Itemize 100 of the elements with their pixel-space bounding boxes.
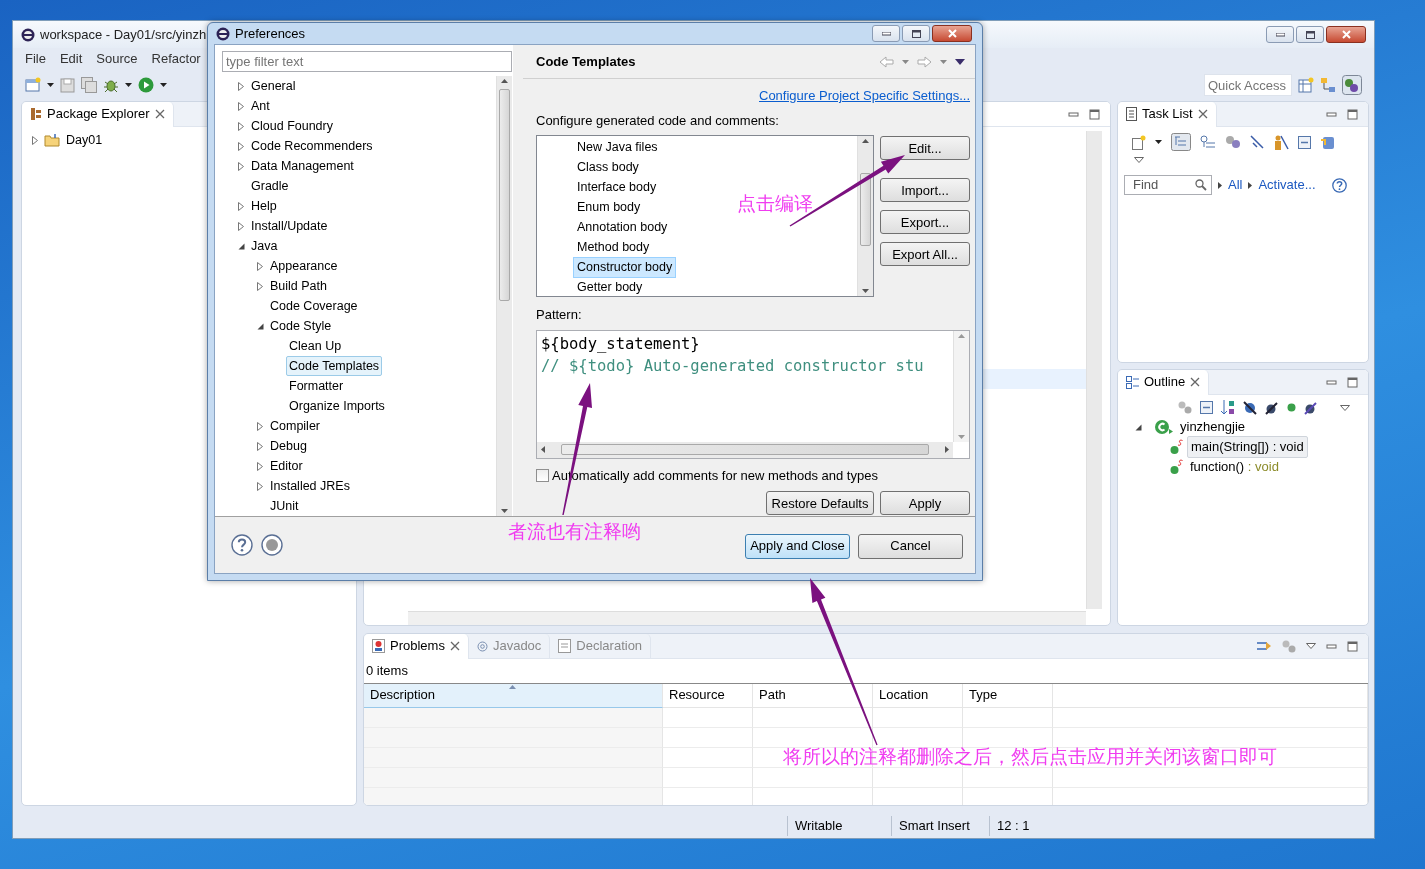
- tree-item[interactable]: Formatter: [289, 376, 344, 396]
- collapse-all-icon[interactable]: [1200, 401, 1213, 414]
- tree-item[interactable]: Java: [251, 236, 278, 256]
- new-task-icon[interactable]: [1132, 134, 1146, 150]
- view-menu-icon[interactable]: [1306, 643, 1316, 649]
- scrollbar[interactable]: [1086, 131, 1102, 609]
- hide-static-icon[interactable]: [1265, 400, 1279, 415]
- method-dot-icon[interactable]: [1287, 403, 1296, 412]
- filter-link[interactable]: All: [1228, 175, 1243, 195]
- close-icon[interactable]: [154, 109, 165, 119]
- tree-item[interactable]: Code Templates: [286, 355, 383, 377]
- categorized-view-icon[interactable]: [1171, 133, 1191, 151]
- tree-item[interactable]: Organize Imports: [289, 396, 385, 416]
- column-header[interactable]: Description: [364, 683, 663, 708]
- filter-people-icon[interactable]: [1273, 134, 1289, 150]
- expand-arrow-icon[interactable]: [238, 221, 244, 231]
- run-icon[interactable]: [138, 77, 154, 93]
- maximize-icon[interactable]: [1347, 376, 1358, 388]
- filter-link[interactable]: Activate...: [1258, 175, 1316, 195]
- close-icon[interactable]: [1197, 109, 1208, 119]
- settings-link[interactable]: Configure Project Specific Settings...: [759, 88, 970, 103]
- maximize-icon[interactable]: [1347, 640, 1358, 652]
- tree-item[interactable]: Debug: [270, 436, 307, 456]
- collapse-arrow-icon[interactable]: [238, 242, 245, 250]
- caret-icon[interactable]: [125, 83, 132, 87]
- view-menu-icon[interactable]: [1134, 157, 1144, 163]
- list-item[interactable]: Method body: [577, 237, 650, 257]
- tree-item[interactable]: Appearance: [270, 256, 338, 276]
- view-menu-icon[interactable]: [1340, 404, 1350, 411]
- dialog-button[interactable]: Apply and Close: [745, 533, 850, 559]
- menu-item[interactable]: Source: [96, 48, 138, 69]
- expand-arrow-icon[interactable]: [257, 441, 263, 451]
- tree-item[interactable]: Code Coverage: [270, 296, 358, 316]
- view-tab[interactable]: Outline: [1118, 370, 1210, 395]
- expand-arrow-icon[interactable]: [32, 135, 38, 145]
- expand-arrow-icon[interactable]: [257, 421, 263, 431]
- menu-item[interactable]: File: [25, 48, 46, 69]
- pattern-editor[interactable]: ${body_statement} // ${todo} Auto-generated constructor stu: [536, 329, 970, 459]
- expand-arrow-icon[interactable]: [238, 141, 244, 151]
- maximize-icon[interactable]: [1347, 108, 1358, 120]
- maximize-icon[interactable]: [1089, 108, 1100, 120]
- view-menu-icon[interactable]: [955, 58, 965, 65]
- scrollbar[interactable]: [537, 441, 953, 458]
- tree-item[interactable]: General: [251, 76, 296, 96]
- sync-icon[interactable]: [1320, 134, 1335, 150]
- close-button[interactable]: [1326, 26, 1366, 43]
- expand-arrow-icon[interactable]: [257, 261, 263, 271]
- open-perspective-icon[interactable]: [1298, 77, 1314, 93]
- java-perspective-icon[interactable]: [1342, 75, 1362, 95]
- list-item[interactable]: Annotation body: [577, 217, 668, 237]
- dialog-button[interactable]: Cancel: [858, 533, 963, 559]
- dialog-button[interactable]: Import...: [880, 178, 970, 203]
- maximize-button[interactable]: [1296, 26, 1324, 43]
- list-item[interactable]: New Java files: [577, 137, 658, 157]
- menu-item[interactable]: Edit: [59, 48, 83, 69]
- scrollbar[interactable]: [953, 330, 969, 442]
- tree-item[interactable]: Clean Up: [289, 336, 342, 356]
- help-icon[interactable]: [231, 534, 253, 556]
- dialog-button[interactable]: Export...: [880, 210, 970, 235]
- tree-item[interactable]: Compiler: [270, 416, 320, 436]
- expand-arrow-icon[interactable]: [257, 481, 263, 491]
- dialog-button[interactable]: Apply: [880, 491, 970, 516]
- tree-item[interactable]: Install/Update: [251, 216, 328, 236]
- tree-item[interactable]: Build Path: [270, 276, 327, 296]
- tree-item[interactable]: Gradle: [251, 176, 289, 196]
- close-icon[interactable]: [1190, 377, 1201, 387]
- tree-item[interactable]: JUnit: [270, 496, 299, 516]
- expand-arrow-icon[interactable]: [238, 101, 244, 111]
- hide-fields-icon[interactable]: [1243, 400, 1257, 415]
- sort-icon[interactable]: [1221, 400, 1235, 415]
- record-icon[interactable]: [261, 534, 283, 556]
- scrollbar[interactable]: [408, 611, 1086, 625]
- tree-item[interactable]: Code Style: [270, 316, 332, 336]
- tree-item[interactable]: Code Recommenders: [251, 136, 373, 156]
- help-icon[interactable]: [1331, 177, 1347, 193]
- save-all-icon[interactable]: [81, 77, 97, 93]
- filter-completed-icon[interactable]: [1250, 135, 1264, 149]
- hierarchy-icon[interactable]: [1320, 77, 1336, 93]
- expand-arrow-icon[interactable]: [1248, 181, 1253, 189]
- list-item[interactable]: Getter body: [577, 277, 643, 297]
- view-tab[interactable]: Problems: [364, 634, 469, 659]
- tree-item[interactable]: yinzhengjie: [1180, 417, 1246, 437]
- caret-icon[interactable]: [47, 83, 54, 87]
- close-button[interactable]: [932, 25, 972, 42]
- view-tab[interactable]: Package Explorer: [22, 102, 174, 127]
- column-header[interactable]: Location: [873, 683, 963, 708]
- expand-arrow-icon[interactable]: [238, 161, 244, 171]
- expand-arrow-icon[interactable]: [238, 81, 244, 91]
- collapse-all-icon[interactable]: [1298, 135, 1311, 149]
- collapse-arrow-icon[interactable]: [257, 322, 264, 330]
- focus-icon[interactable]: [1256, 639, 1272, 653]
- quick-access-field[interactable]: Quick Access: [1204, 74, 1292, 96]
- expand-arrow-icon[interactable]: [257, 281, 263, 291]
- dialog-button[interactable]: Restore Defaults: [766, 491, 874, 516]
- column-header[interactable]: Type: [963, 683, 1053, 708]
- expand-arrow-icon[interactable]: [238, 121, 244, 131]
- tree-item[interactable]: Data Management: [251, 156, 354, 176]
- view-tab[interactable]: Task List: [1118, 102, 1217, 127]
- hide-local-icon[interactable]: [1304, 400, 1318, 415]
- tree-item[interactable]: Editor: [270, 456, 303, 476]
